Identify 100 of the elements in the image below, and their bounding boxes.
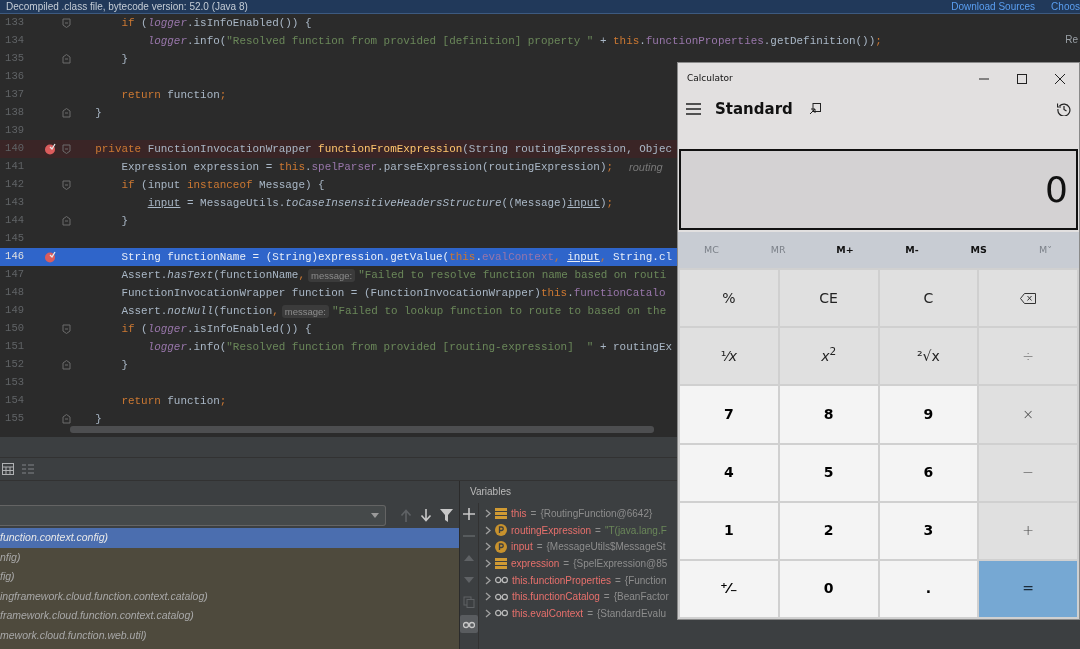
operator-key[interactable]: × bbox=[979, 386, 1077, 443]
line-number: 152 bbox=[4, 357, 24, 373]
operator-key[interactable]: ÷ bbox=[979, 328, 1077, 385]
function-key[interactable]: ¹⁄x bbox=[680, 328, 778, 385]
digit-key[interactable]: ⁺⁄₋ bbox=[680, 560, 778, 617]
equals-sign: = bbox=[603, 590, 610, 605]
digit-key[interactable]: . bbox=[879, 560, 978, 617]
keep-on-top-icon[interactable] bbox=[808, 103, 821, 115]
variable-name: expression bbox=[511, 556, 560, 571]
line-number: 142 bbox=[4, 177, 24, 193]
caret-icon[interactable] bbox=[371, 512, 379, 518]
fold-icon[interactable] bbox=[62, 108, 71, 118]
digit-key[interactable]: 9 bbox=[879, 386, 978, 443]
horizontal-scrollbar[interactable] bbox=[70, 426, 654, 433]
fold-icon[interactable] bbox=[62, 216, 71, 226]
digit-key[interactable]: 0 bbox=[779, 560, 878, 617]
variable-name: input bbox=[511, 540, 533, 555]
code-text: return function; bbox=[121, 393, 227, 409]
operator-key[interactable]: − bbox=[979, 444, 1077, 501]
digit-key[interactable]: 1 bbox=[680, 502, 778, 559]
code-text: Assert.notNull(function, bbox=[121, 303, 279, 319]
memory-button[interactable]: M+ bbox=[811, 232, 879, 268]
parameter-icon bbox=[495, 524, 507, 537]
table-icon[interactable] bbox=[2, 463, 14, 475]
stack-frame[interactable]: fig) bbox=[0, 567, 459, 587]
digit-key[interactable]: 3 bbox=[879, 502, 978, 559]
line-number: 137 bbox=[4, 87, 24, 103]
fold-icon[interactable] bbox=[62, 18, 71, 28]
parameter-hint: message: bbox=[308, 268, 356, 282]
digit-key[interactable]: 4 bbox=[680, 444, 778, 501]
equals-sign: = bbox=[614, 573, 621, 588]
function-key[interactable]: CE bbox=[779, 270, 878, 327]
variable-name: this.functionCatalog bbox=[512, 590, 600, 605]
banner-link[interactable]: Choos bbox=[1051, 0, 1080, 13]
equals-sign: = bbox=[563, 556, 570, 571]
line-number: 136 bbox=[4, 69, 24, 85]
fold-icon[interactable] bbox=[62, 180, 71, 190]
equals-sign: = bbox=[536, 540, 543, 555]
digit-key[interactable]: 8 bbox=[779, 386, 878, 443]
function-key[interactable]: x$^{2}$ bbox=[779, 328, 878, 385]
equals-sign: = bbox=[587, 606, 593, 621]
line-number: 153 bbox=[4, 375, 24, 391]
maximize-icon[interactable] bbox=[1017, 74, 1027, 84]
fold-icon[interactable] bbox=[62, 414, 71, 424]
close-icon[interactable] bbox=[1055, 74, 1065, 84]
function-key[interactable]: ²√x bbox=[879, 328, 978, 385]
variable-name: this.evalContext bbox=[512, 606, 584, 621]
function-key[interactable]: C bbox=[879, 270, 978, 327]
backspace-icon[interactable] bbox=[1020, 292, 1037, 304]
breakpoint-icon[interactable] bbox=[44, 143, 56, 155]
variable-value: {StandardEvalu bbox=[597, 606, 666, 621]
parameter-icon bbox=[495, 540, 507, 553]
code-text: } bbox=[121, 213, 128, 229]
variable-value: {Function bbox=[624, 573, 667, 588]
digit-key[interactable]: 2 bbox=[779, 502, 878, 559]
stack-frame[interactable]: nfig) bbox=[0, 547, 459, 567]
fold-icon[interactable] bbox=[62, 144, 71, 154]
line-number: 147 bbox=[4, 267, 24, 283]
menu-icon[interactable] bbox=[686, 103, 701, 115]
line-number: 138 bbox=[4, 105, 24, 121]
stack-frame[interactable]: function.context.config) bbox=[0, 528, 459, 548]
function-key[interactable]: % bbox=[680, 270, 778, 327]
line-number: 140 bbox=[4, 141, 24, 157]
digit-key[interactable]: 5 bbox=[779, 444, 878, 501]
memory-button[interactable]: M- bbox=[878, 232, 946, 268]
digit-key[interactable]: 6 bbox=[879, 444, 978, 501]
banner-link[interactable]: Download Sources bbox=[951, 0, 1036, 13]
field-icon bbox=[495, 507, 507, 519]
fold-icon[interactable] bbox=[62, 54, 71, 64]
line-number: 154 bbox=[4, 393, 24, 409]
code-text: private FunctionInvocationWrapper functionFromExpression(String routingExpression, Objec bbox=[95, 141, 672, 157]
code-text: } bbox=[95, 411, 102, 427]
line-number: 149 bbox=[4, 303, 24, 319]
code-text: } bbox=[121, 357, 128, 373]
history-icon[interactable] bbox=[1057, 102, 1071, 116]
equals-sign: = bbox=[530, 506, 537, 521]
stack-frame[interactable]: mework.cloud.function.web.util) bbox=[0, 625, 459, 645]
code-text: if (logger.isInfoEnabled()) { bbox=[121, 321, 312, 337]
equals-key[interactable]: = bbox=[979, 560, 1077, 617]
variable-name: this bbox=[511, 506, 527, 521]
line-number: 143 bbox=[4, 195, 24, 211]
line-number: 135 bbox=[4, 51, 24, 67]
equals-sign: = bbox=[595, 523, 601, 538]
down-arrow-icon[interactable] bbox=[420, 508, 432, 522]
stack-frame[interactable]: framework.cloud.function.context.catalog) bbox=[0, 606, 459, 626]
fold-icon[interactable] bbox=[62, 324, 71, 334]
code-text: return function; bbox=[121, 87, 227, 103]
filter-icon[interactable] bbox=[440, 508, 453, 522]
stack-frame[interactable]: ingframework.cloud.function.context.catalog) bbox=[0, 586, 459, 606]
line-number: 134 bbox=[4, 33, 24, 49]
code-text: logger.info("Resolved function from provided [definition] property " + this.functionProperties.getDefinition()); bbox=[147, 33, 882, 49]
line-number: 144 bbox=[4, 213, 24, 229]
frame-dropdown[interactable] bbox=[0, 504, 386, 526]
memory-button[interactable]: MS bbox=[945, 232, 1013, 268]
code-text: } bbox=[121, 51, 128, 67]
operator-key[interactable]: + bbox=[979, 502, 1077, 559]
digit-key[interactable]: 7 bbox=[680, 386, 778, 443]
glasses-icon bbox=[495, 576, 508, 585]
reader-mode-label[interactable]: Re bbox=[1065, 32, 1078, 47]
fold-icon[interactable] bbox=[62, 360, 71, 370]
